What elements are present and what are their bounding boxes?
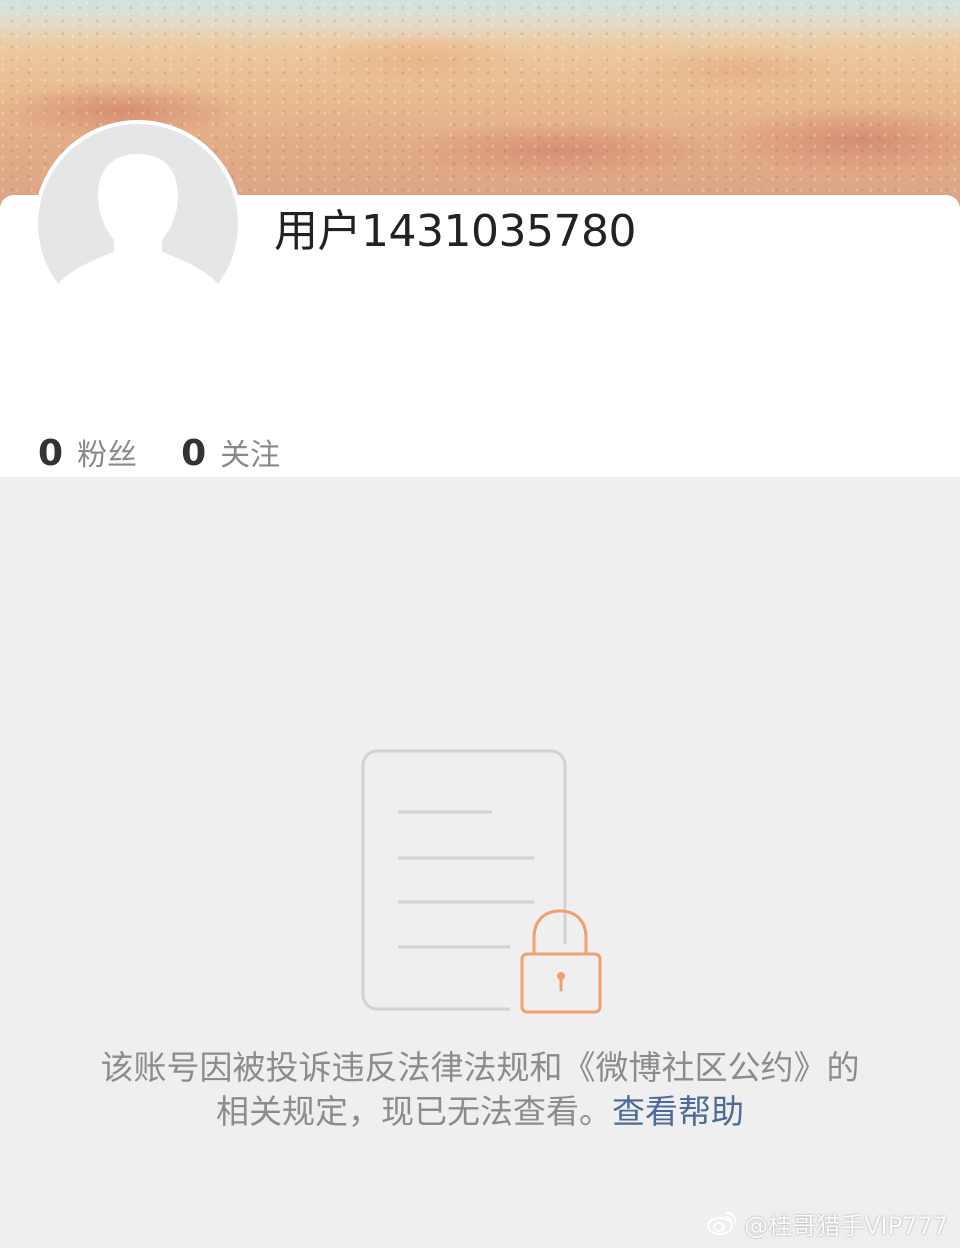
username: 用户1431035780 [274, 206, 636, 257]
blocked-account-notice: 该账号因被投诉违反法律法规和《微博社区公约》的相关规定，现已无法查看。查看帮助 [100, 1046, 860, 1134]
locked-document-icon [360, 748, 605, 1016]
watermark: @桂哥猎手VIP777 [706, 1206, 948, 1240]
default-avatar-silhouette-icon [38, 124, 238, 324]
profile-stats: 0 粉丝 0 关注 [38, 426, 324, 478]
following-label: 关注 [220, 438, 281, 473]
followers-label: 粉丝 [77, 438, 138, 473]
watermark-text: @桂哥猎手VIP777 [744, 1211, 948, 1240]
help-link[interactable]: 查看帮助 [612, 1092, 744, 1131]
weibo-logo-icon [707, 1212, 737, 1235]
following-stat[interactable]: 0 关注 [181, 430, 280, 474]
notice-message: 该账号因被投诉违反法律法规和《微博社区公约》的相关规定，现已无法查看。 [100, 1048, 860, 1131]
avatar[interactable] [34, 120, 242, 328]
following-count: 0 [181, 433, 207, 474]
followers-stat[interactable]: 0 粉丝 [38, 430, 137, 474]
followers-count: 0 [38, 433, 64, 474]
